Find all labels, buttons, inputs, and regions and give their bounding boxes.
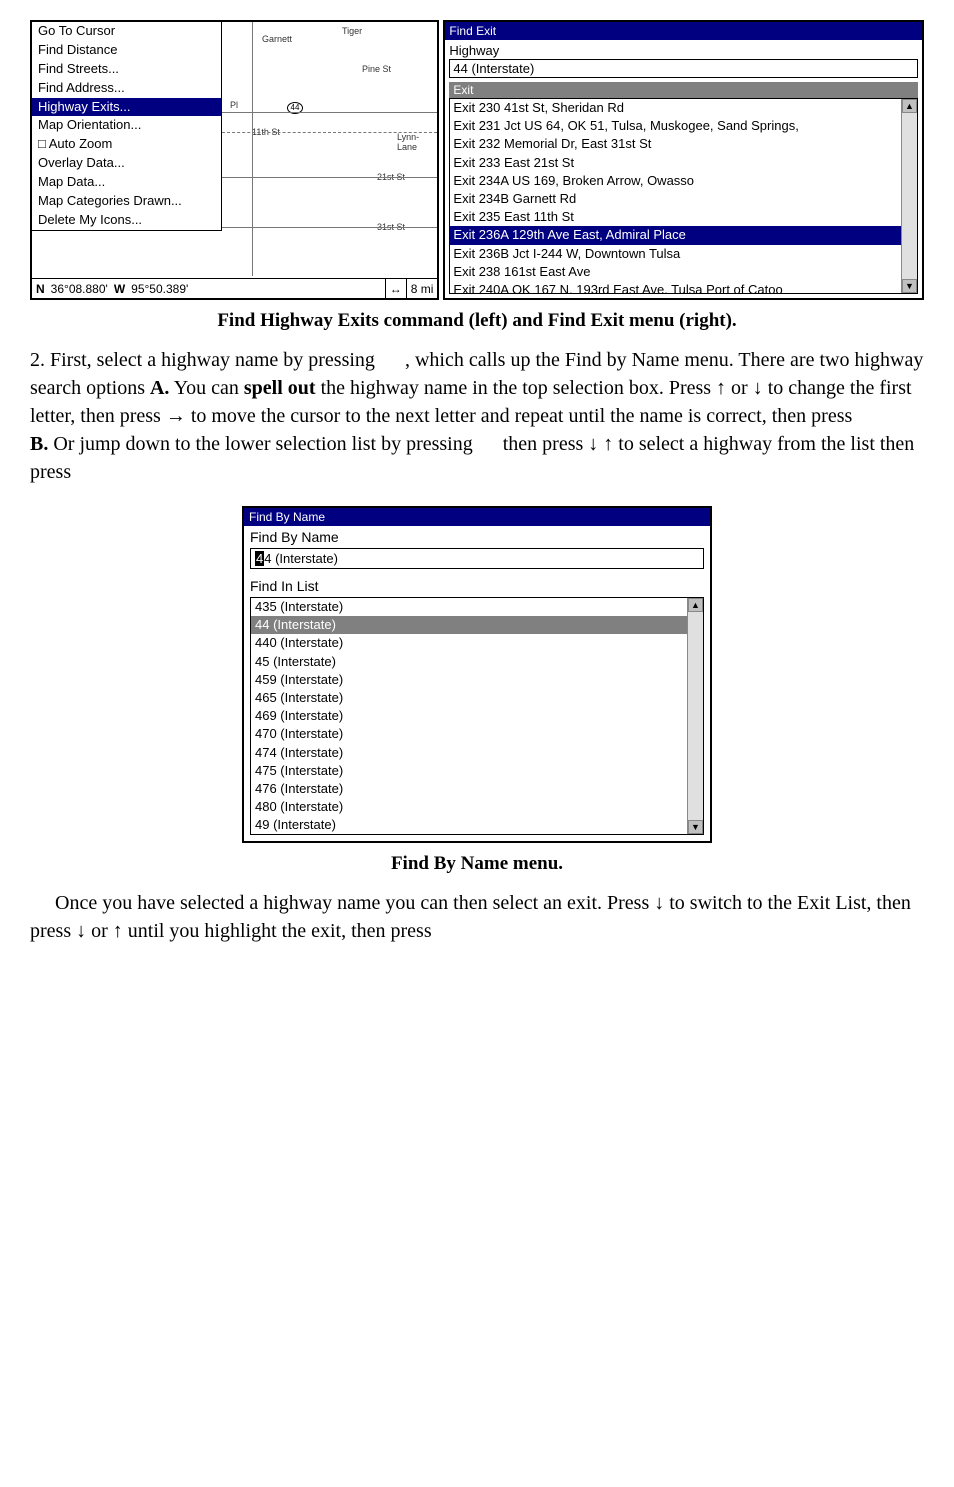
list-item[interactable]: 49 (Interstate)	[251, 816, 703, 834]
list-item[interactable]: 475 (Interstate)	[251, 762, 703, 780]
scroll-up-icon[interactable]: ▲	[902, 99, 917, 113]
scroll-down-icon[interactable]: ▼	[902, 279, 917, 293]
menu-item-distance[interactable]: Find Distance	[32, 41, 221, 60]
status-lon: 95°50.389'	[131, 282, 188, 296]
menu-item-overlay[interactable]: Overlay Data...	[32, 154, 221, 173]
find-in-list[interactable]: 435 (Interstate) 44 (Interstate) 440 (In…	[250, 597, 704, 835]
status-arrow: ↔	[390, 282, 402, 296]
menu-item-delete-icons[interactable]: Delete My Icons...	[32, 211, 221, 230]
paragraph-2: Once you have selected a highway name yo…	[30, 889, 924, 945]
list-item[interactable]: 459 (Interstate)	[251, 671, 703, 689]
scroll-down-icon[interactable]: ▼	[688, 820, 703, 834]
find-exit-title: Find Exit	[445, 22, 922, 40]
highway-label: Highway	[445, 40, 922, 59]
list-item[interactable]: 474 (Interstate)	[251, 744, 703, 762]
exit-label: Exit	[449, 82, 918, 98]
menu-item-cursor[interactable]: Go To Cursor	[32, 22, 221, 41]
menu-item-orientation[interactable]: Map Orientation...	[32, 116, 221, 135]
status-bar: N 36°08.880' W 95°50.389' ↔ 8 mi	[32, 278, 437, 298]
list-item[interactable]: 435 (Interstate)	[251, 598, 703, 616]
paragraph-1: 2. First, select a highway name by press…	[30, 346, 924, 486]
list-item[interactable]: 45 (Interstate)	[251, 653, 703, 671]
map-label-pine: Pine St	[362, 64, 391, 74]
caption-2: Find By Name menu.	[30, 853, 924, 875]
scrollbar[interactable]: ▲ ▼	[687, 598, 703, 834]
context-menu: Go To Cursor Find Distance Find Streets.…	[32, 22, 222, 231]
list-item[interactable]: 476 (Interstate)	[251, 780, 703, 798]
scrollbar[interactable]: ▲ ▼	[901, 99, 917, 293]
map-label-tiger: Tiger	[342, 26, 362, 36]
status-lat: 36°08.880'	[51, 282, 108, 296]
list-item[interactable]: Exit 230 41st St, Sheridan Rd	[450, 99, 917, 117]
menu-item-highway-exits[interactable]: Highway Exits...	[32, 98, 221, 117]
list-item[interactable]: Exit 240A OK 167 N, 193rd East Ave, Tuls…	[450, 281, 917, 294]
list-item[interactable]: Exit 236B Jct I-244 W, Downtown Tulsa	[450, 245, 917, 263]
list-item[interactable]: 480 (Interstate)	[251, 798, 703, 816]
find-by-name-label: Find By Name	[244, 526, 710, 548]
map-area[interactable]: Garnett Tiger Pine St 11th St 21st St 31…	[222, 22, 437, 276]
menu-item-autozoom[interactable]: Auto Zoom	[32, 135, 221, 154]
list-item-selected[interactable]: Exit 236A 129th Ave East, Admiral Place	[450, 226, 917, 244]
menu-item-streets[interactable]: Find Streets...	[32, 60, 221, 79]
list-item-selected[interactable]: 44 (Interstate)	[251, 616, 703, 634]
caption-1: Find Highway Exits command (left) and Fi…	[30, 310, 924, 332]
list-item[interactable]: Exit 234A US 169, Broken Arrow, Owasso	[450, 172, 917, 190]
status-n: N	[36, 282, 45, 296]
find-by-name-title: Find By Name	[244, 508, 710, 526]
map-label-pl: Pl	[230, 100, 238, 110]
left-screen: Go To Cursor Find Distance Find Streets.…	[30, 20, 439, 300]
list-item[interactable]: Exit 235 East 11th St	[450, 208, 917, 226]
find-by-name-screen: Find By Name Find By Name 44 (Interstate…	[242, 506, 712, 843]
map-label-garnett: Garnett	[262, 34, 292, 44]
list-item[interactable]: Exit 234B Garnett Rd	[450, 190, 917, 208]
map-label-lynn: Lynn-Lane	[397, 132, 437, 152]
list-item[interactable]: 469 (Interstate)	[251, 707, 703, 725]
find-in-list-label: Find In List	[244, 575, 710, 597]
exit-list[interactable]: Exit 230 41st St, Sheridan Rd Exit 231 J…	[449, 98, 918, 294]
menu-item-categories[interactable]: Map Categories Drawn...	[32, 192, 221, 211]
list-item[interactable]: Exit 232 Memorial Dr, East 31st St	[450, 135, 917, 153]
list-item[interactable]: 440 (Interstate)	[251, 634, 703, 652]
list-item[interactable]: Exit 231 Jct US 64, OK 51, Tulsa, Muskog…	[450, 117, 917, 135]
list-item[interactable]: 470 (Interstate)	[251, 725, 703, 743]
highway-value[interactable]: 44 (Interstate)	[449, 59, 918, 78]
input-cursor: 4	[255, 551, 264, 566]
list-item[interactable]: Exit 238 161st East Ave	[450, 263, 917, 281]
status-scale: 8 mi	[411, 282, 434, 296]
scroll-up-icon[interactable]: ▲	[688, 598, 703, 612]
status-w: W	[114, 282, 125, 296]
find-by-name-input[interactable]: 44 (Interstate)	[250, 548, 704, 569]
menu-item-mapdata[interactable]: Map Data...	[32, 173, 221, 192]
list-item[interactable]: 465 (Interstate)	[251, 689, 703, 707]
list-item[interactable]: Exit 233 East 21st St	[450, 154, 917, 172]
right-screen: Find Exit Highway 44 (Interstate) Exit E…	[443, 20, 924, 300]
menu-item-address[interactable]: Find Address...	[32, 79, 221, 98]
